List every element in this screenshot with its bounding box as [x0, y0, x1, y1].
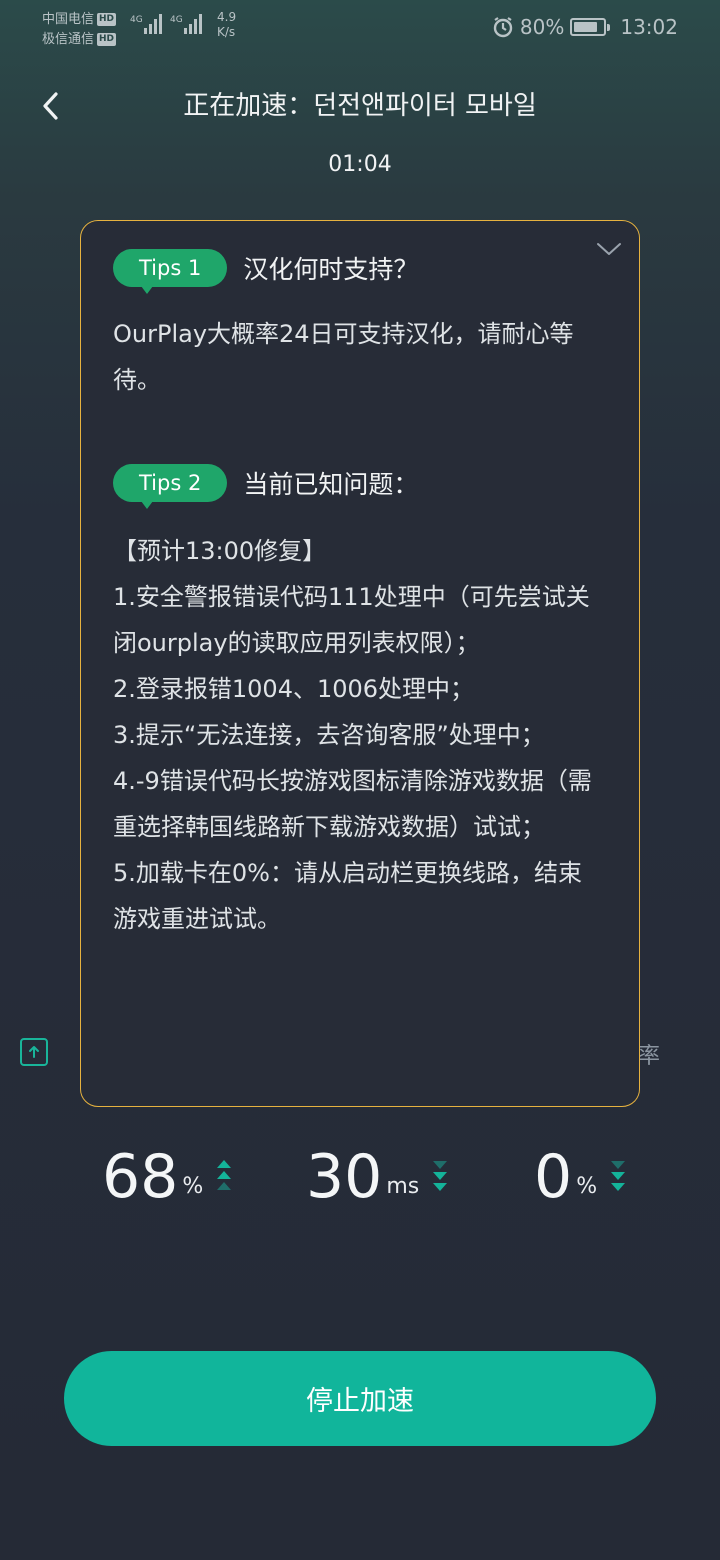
trend-down-icon	[611, 1161, 626, 1191]
stat-unit: ms	[386, 1174, 420, 1199]
carrier-2-name: 极信通信	[42, 32, 95, 47]
carrier-2: 极信通信 HD	[42, 28, 117, 47]
back-button[interactable]	[30, 86, 70, 126]
hd-badge: HD	[97, 13, 117, 26]
hd-badge: HD	[97, 33, 117, 46]
status-time: 13:02	[620, 15, 678, 39]
tip-line: 【预计13:00修复】	[113, 537, 327, 565]
alarm-icon	[493, 17, 513, 38]
arrow-up-icon	[29, 1046, 39, 1058]
net-speed-unit: K/s	[217, 25, 236, 39]
page-title: 正在加速：던전앤파이터 모바일	[183, 91, 537, 121]
carrier-1-name: 中国电信	[42, 12, 95, 27]
battery-icon	[570, 18, 611, 36]
status-right: 80% 13:02	[492, 12, 678, 42]
tip-2-header: Tips 2 当前已知问题：	[113, 464, 419, 509]
trend-down-icon	[433, 1161, 448, 1191]
tip-line: 2.登录报错1004、1006处理中；	[113, 675, 475, 703]
stat-label-partial: 率	[638, 1044, 661, 1069]
stat-unit: %	[182, 1174, 204, 1199]
stat-drop-rate: 0 %	[534, 1140, 627, 1210]
status-bar: 中国电信 HD 极信通信 HD 4G 4G 4.9 K/s 80% 13:02	[0, 0, 720, 52]
battery-fill	[574, 22, 597, 32]
stat-unit: %	[576, 1174, 598, 1199]
tips-panel: Tips 1 汉化何时支持？ OurPlay大概率24日可支持汉化，请耐心等待。…	[80, 220, 640, 1107]
svg-text:4G: 4G	[170, 15, 183, 25]
stat-value: 30	[306, 1142, 383, 1212]
tip-badge: Tips 2	[113, 464, 228, 509]
upload-icon[interactable]	[20, 1038, 48, 1066]
collapse-button[interactable]	[595, 235, 623, 263]
tip-1-header: Tips 1 汉化何时支持？	[113, 249, 419, 294]
tip-line: OurPlay大概率24日可支持汉化，请耐心等待。	[113, 320, 574, 394]
tip-line: 3.提示“无法连接，去咨询客服”处理中；	[113, 721, 545, 749]
signal-icon: 4G	[170, 14, 202, 34]
stat-latency: 30 ms	[306, 1140, 449, 1210]
battery-percent: 80%	[519, 15, 565, 39]
svg-text:4G: 4G	[130, 15, 143, 25]
stat-packet-loss: 68 %	[102, 1140, 233, 1210]
net-speed: 4.9 K/s	[217, 10, 251, 40]
tip-line: 5.加载卡在0%：请从启动栏更换线路，结束游戏重进试试。	[113, 859, 582, 933]
tip-line: 1.安全警报错误代码111处理中（可先尝试关闭ourplay的读取应用列表权限）…	[113, 583, 590, 657]
tip-heading: 当前已知问题：	[243, 470, 419, 499]
chevron-left-icon	[43, 92, 58, 120]
chevron-down-icon	[597, 243, 621, 255]
signal-icon: 4G	[130, 14, 162, 34]
trend-up-icon	[217, 1160, 232, 1190]
tip-badge: Tips 1	[113, 249, 228, 294]
acceleration-timer: 01:04	[328, 152, 392, 177]
tip-2-body: 【预计13:00修复】 1.安全警报错误代码111处理中（可先尝试关闭ourpl…	[113, 528, 593, 942]
tip-heading: 汉化何时支持？	[243, 255, 419, 284]
carrier-1: 中国电信 HD	[42, 8, 117, 27]
net-speed-value: 4.9	[217, 10, 237, 24]
tip-line: 4.-9错误代码长按游戏图标清除游戏数据（需重选择韩国线路新下载游戏数据）试试；	[113, 767, 592, 841]
stat-value: 68	[102, 1142, 179, 1212]
stop-acceleration-button[interactable]: 停止加速	[64, 1351, 656, 1446]
stat-value: 0	[534, 1142, 573, 1212]
tip-1-body: OurPlay大概率24日可支持汉化，请耐心等待。	[113, 311, 593, 403]
